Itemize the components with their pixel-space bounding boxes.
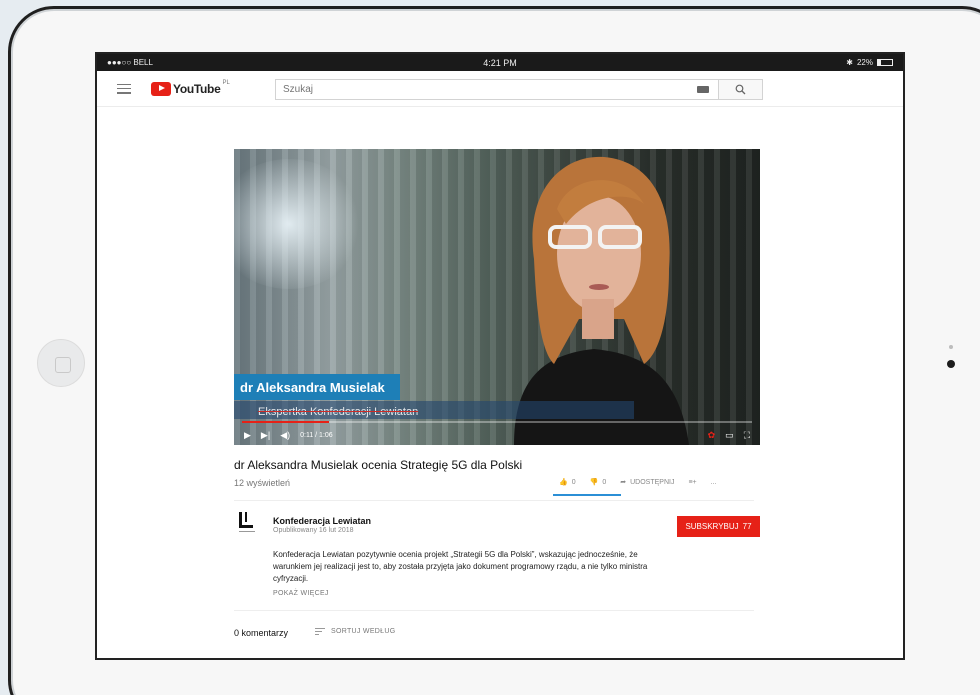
dislike-button[interactable]: 👎 0 — [589, 478, 607, 487]
player-controls: ▶ ▶| ◀) 0:11 / 1:06 ✿ ▭ ⛶ — [234, 425, 760, 445]
search-button[interactable] — [718, 80, 762, 99]
screen: ●●●○○ BELL 4:21 PM ✱ 22% YouTube PL Szuk… — [95, 52, 905, 660]
settings-icon[interactable]: ✿ — [708, 430, 716, 440]
share-icon: ➦ — [620, 479, 627, 486]
sort-label: SORTUJ WEDŁUG — [331, 628, 396, 635]
menu-icon[interactable] — [117, 83, 131, 94]
subscribe-label: SUBSKRYBUJ — [685, 522, 739, 531]
camera-dot — [947, 360, 955, 368]
fullscreen-icon[interactable]: ⛶ — [744, 430, 750, 440]
status-bar: ●●●○○ BELL 4:21 PM ✱ 22% — [97, 54, 903, 71]
video-actions: 👍 0 👎 0 ➦ UDOSTĘPNIJ ≡+ ... — [559, 478, 717, 487]
more-icon: ... — [710, 478, 717, 486]
sort-comments-button[interactable]: SORTUJ WEDŁUG — [315, 628, 395, 635]
lower-third-name: dr Aleksandra Musielak — [234, 374, 400, 400]
keyboard-icon[interactable] — [688, 80, 718, 99]
sort-icon — [315, 628, 325, 635]
progress-bar[interactable] — [242, 421, 752, 423]
like-button[interactable]: 👍 0 — [559, 478, 576, 487]
volume-icon[interactable]: ◀) — [280, 430, 290, 440]
share-label: UDOSTĘPNIJ — [630, 478, 675, 486]
logo-region: PL — [222, 79, 230, 86]
video-player[interactable]: dr Aleksandra Musielak Ekspertka Konfede… — [234, 149, 760, 445]
subscribe-button[interactable]: SUBSKRYBUJ 77 — [677, 516, 760, 537]
video-title: dr Aleksandra Musielak ocenia Strategię … — [234, 458, 523, 472]
more-actions-button[interactable]: ... — [711, 479, 717, 486]
clock: 4:21 PM — [483, 57, 517, 68]
publish-date: Opublikowany 16 lut 2018 — [273, 527, 354, 534]
search-icon — [735, 84, 746, 95]
divider — [234, 610, 754, 611]
share-button[interactable]: ➦ UDOSTĘPNIJ — [620, 478, 675, 487]
thumbs-up-icon: 👍 — [559, 479, 568, 486]
channel-avatar[interactable] — [237, 510, 257, 534]
comment-count: 0 komentarzy — [234, 628, 289, 638]
add-to-playlist-button[interactable]: ≡+ — [688, 479, 696, 486]
youtube-play-icon — [151, 81, 171, 96]
dislike-count: 0 — [602, 478, 607, 486]
logo-wordmark: YouTube — [173, 81, 221, 96]
youtube-logo[interactable]: YouTube PL — [151, 79, 230, 96]
next-icon[interactable]: ▶| — [261, 430, 270, 440]
theater-mode-icon[interactable]: ▭ — [725, 430, 734, 440]
search-bar — [275, 79, 763, 100]
like-ratio-bar — [553, 494, 621, 496]
view-count: 12 wyświetleń — [234, 478, 291, 488]
lower-third-role: Ekspertka Konfederacji Lewiatan — [258, 406, 419, 418]
battery-icon — [877, 59, 893, 66]
search-input[interactable] — [276, 80, 688, 99]
play-icon[interactable]: ▶ — [244, 430, 251, 440]
sensor-dot — [949, 345, 953, 349]
divider — [234, 500, 754, 501]
video-time: 0:11 / 1:06 — [300, 431, 333, 439]
youtube-header: YouTube PL — [97, 71, 903, 107]
channel-name[interactable]: Konfederacja Lewiatan — [273, 516, 371, 526]
like-count: 0 — [571, 478, 576, 486]
progress-fill — [242, 421, 329, 423]
home-button[interactable] — [37, 339, 85, 387]
show-more-button[interactable]: POKAŻ WIĘCEJ — [273, 590, 329, 597]
thumbs-down-icon: 👎 — [589, 479, 599, 486]
video-description: Konfederacja Lewiatan pozytywnie ocenia … — [273, 550, 648, 583]
playlist-add-icon: ≡+ — [688, 478, 697, 486]
subscriber-count: 77 — [742, 522, 752, 531]
